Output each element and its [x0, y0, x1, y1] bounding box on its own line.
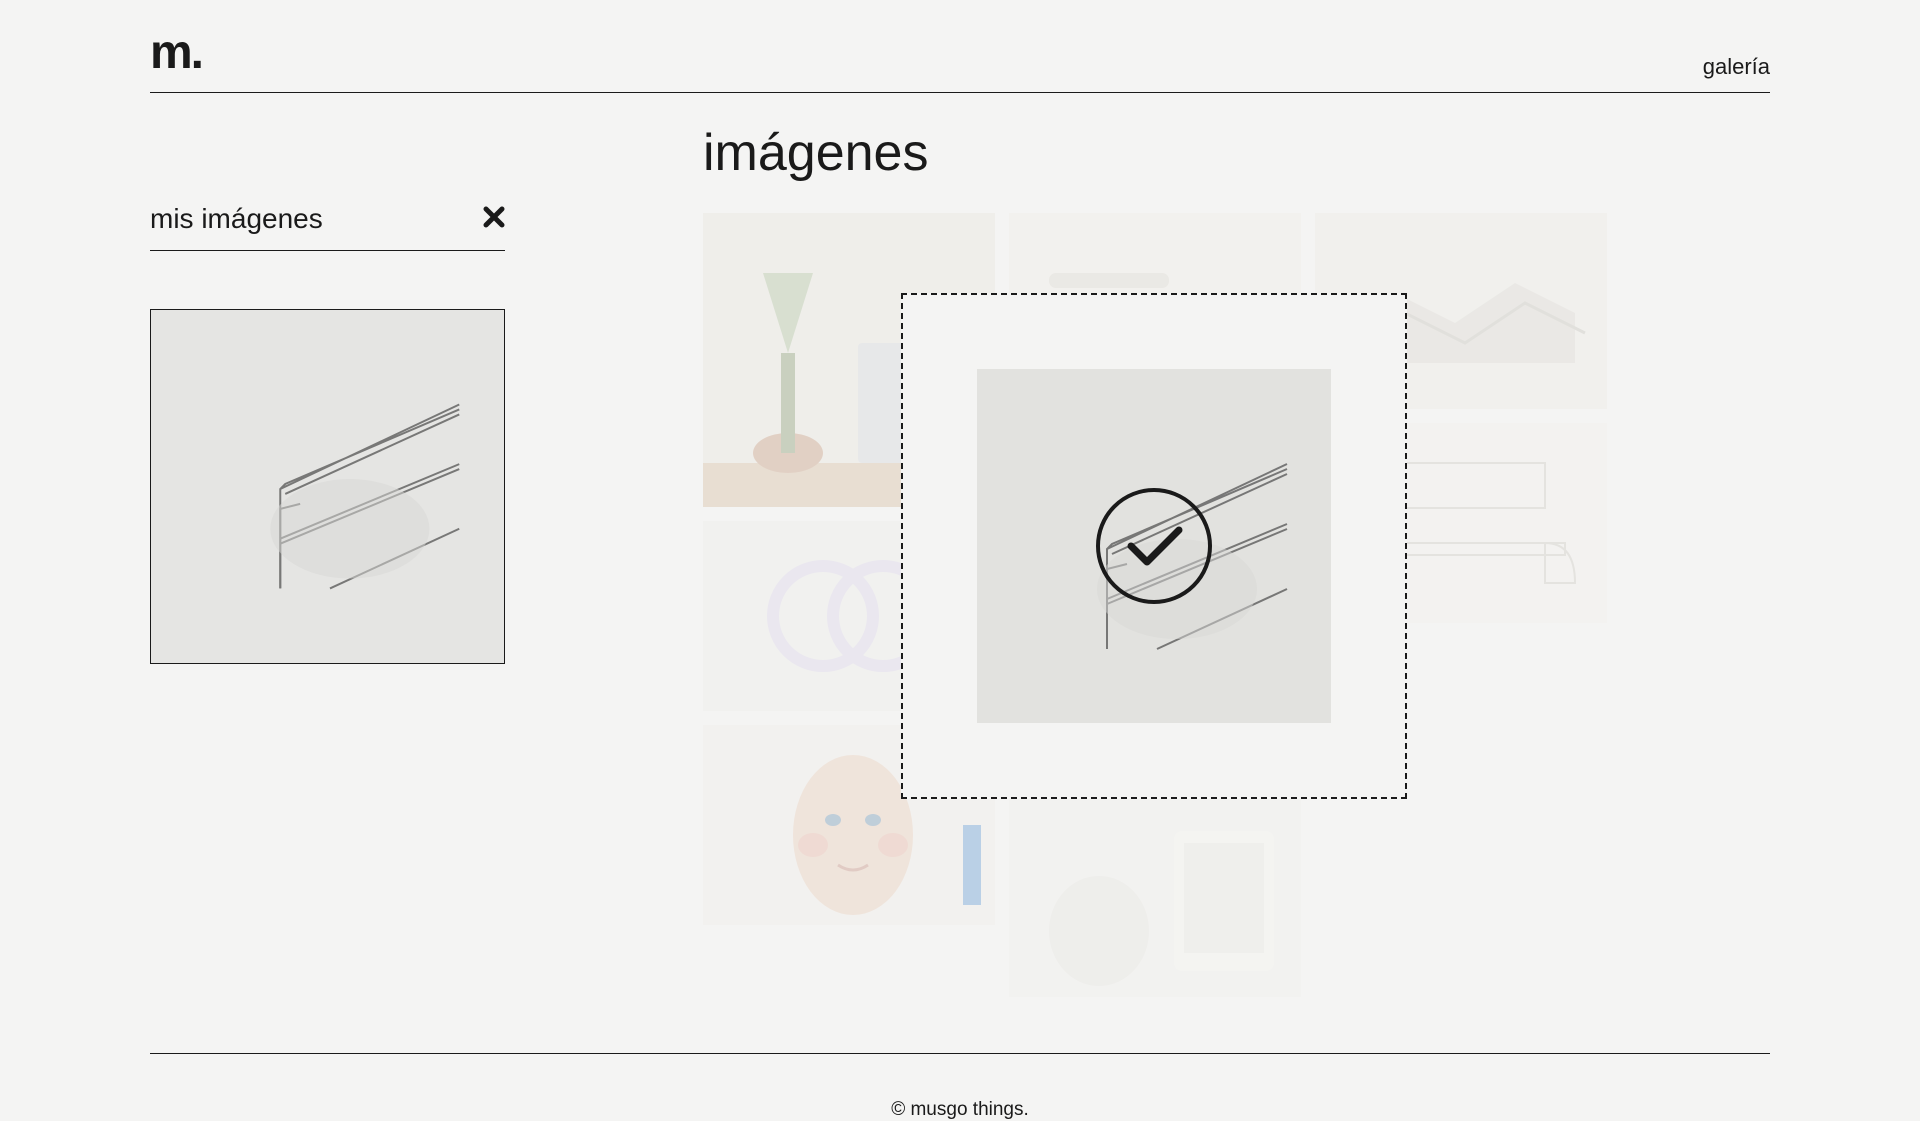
sidebar: mis imágenes	[150, 123, 505, 1023]
sidebar-title: mis imágenes	[150, 203, 323, 235]
footer: © musgo things.	[150, 1053, 1770, 1121]
copyright-text: © musgo things.	[150, 1099, 1770, 1121]
gallery-item[interactable]	[1009, 771, 1301, 997]
close-icon[interactable]	[483, 206, 505, 232]
sidebar-header: mis imágenes	[150, 203, 505, 251]
gallery-title: imágenes	[703, 123, 1770, 183]
logo[interactable]: m.	[150, 25, 202, 80]
nav-gallery-link[interactable]: galería	[1703, 54, 1770, 80]
dropzone-preview	[977, 369, 1331, 723]
upload-dropzone[interactable]	[901, 293, 1407, 799]
my-image-thumbnail[interactable]	[150, 309, 505, 664]
header: m. galería	[150, 0, 1770, 93]
checkmark-circle-icon	[1094, 486, 1214, 606]
